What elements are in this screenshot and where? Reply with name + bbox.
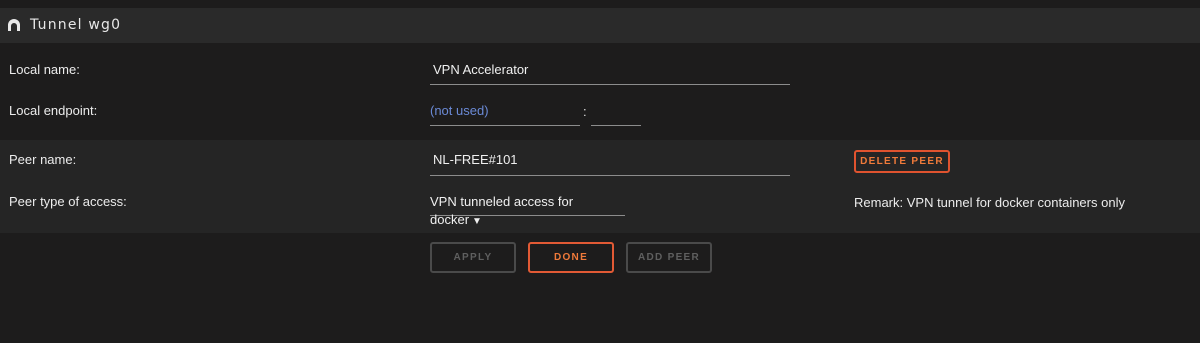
done-button[interactable]: DONE [528, 242, 614, 273]
tunnel-title: Tunnel wg0 [30, 17, 122, 33]
tunnel-icon [7, 18, 21, 32]
local-endpoint-label: Local endpoint: [9, 103, 98, 118]
local-endpoint-field[interactable]: (not used) [430, 102, 580, 126]
apply-button[interactable]: APPLY [430, 242, 516, 273]
delete-peer-button[interactable]: DELETE PEER [854, 150, 950, 173]
peer-access-label: Peer type of access: [9, 194, 127, 209]
local-name-label: Local name: [9, 62, 80, 77]
dropdown-arrow-icon: ▼ [472, 216, 482, 227]
peer-name-field[interactable]: NL-FREE#101 [430, 151, 790, 176]
local-name-field[interactable]: VPN Accelerator [430, 61, 790, 85]
peer-access-select[interactable]: VPN tunneled access for docker ▼ [430, 193, 625, 227]
tunnel-header: Tunnel wg0 [0, 8, 1200, 43]
top-strip [0, 0, 1200, 8]
local-port-field[interactable] [591, 102, 641, 126]
endpoint-separator: : [583, 104, 587, 119]
peer-name-label: Peer name: [9, 152, 77, 167]
add-peer-button[interactable]: ADD PEER [626, 242, 712, 273]
peer-access-remark: Remark: VPN tunnel for docker containers… [854, 195, 1125, 210]
